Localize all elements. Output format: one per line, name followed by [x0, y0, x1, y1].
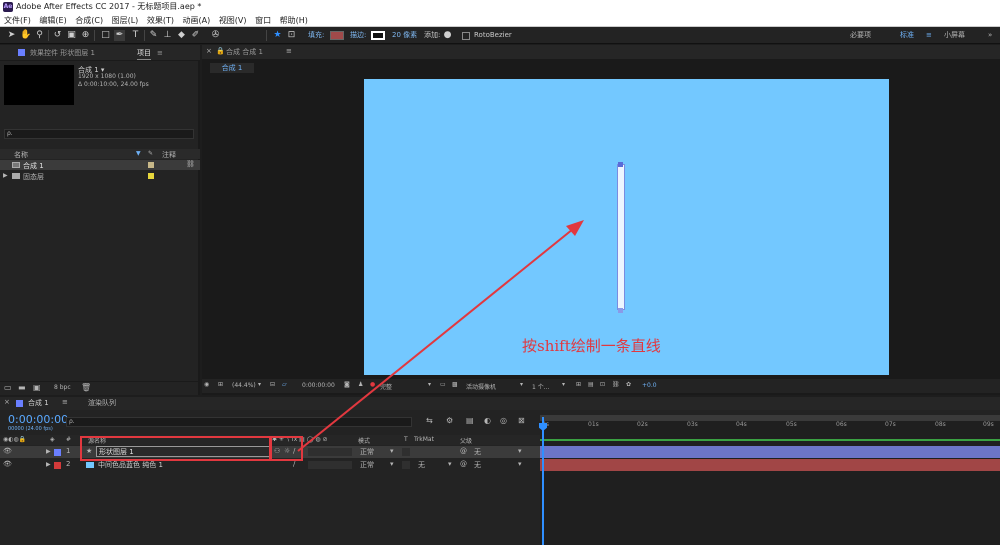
annotation-arrow	[297, 220, 584, 452]
